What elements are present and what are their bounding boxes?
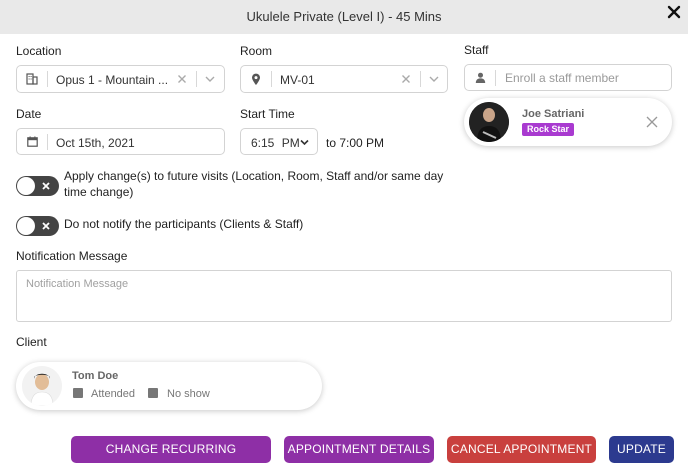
field-divider [196,71,197,87]
apply-future-label: Apply change(s) to future visits (Locati… [64,169,444,199]
room-select[interactable]: MV-01 [240,65,448,93]
edit-appointment-modal: Ukulele Private (Level I) - 45 Mins Loca… [0,0,688,472]
toggle-knob [17,177,35,195]
room-value: MV-01 [280,73,315,87]
calendar-icon [17,129,47,154]
staff-name: Joe Satriani [522,108,585,120]
clear-location-icon[interactable] [177,74,187,84]
notification-placeholder: Notification Message [26,278,129,290]
modal-title: Ukulele Private (Level I) - 45 Mins [246,9,442,24]
no-notify-label: Do not notify the participants (Clients … [64,217,304,231]
apply-future-toggle[interactable] [16,176,59,196]
remove-staff-icon[interactable] [646,116,658,128]
no-show-label: No show [167,388,210,400]
start-time-ampm: PM [281,136,300,150]
client-label: Client [16,335,47,349]
date-value: Oct 15th, 2021 [56,136,135,150]
cancel-appointment-button[interactable]: CANCEL APPOINTMENT [447,436,596,463]
update-button[interactable]: UPDATE [609,436,674,463]
field-divider [47,71,48,87]
location-select[interactable]: Opus 1 - Mountain ... [16,65,225,93]
staff-placeholder: Enroll a staff member [505,71,619,85]
notification-textarea[interactable]: Notification Message [16,270,672,322]
clear-room-icon[interactable] [401,74,411,84]
chevron-down-icon[interactable] [205,75,215,83]
client-avatar [22,366,62,406]
room-label: Room [240,44,273,58]
staff-role-badge: Rock Star [522,123,575,136]
toggle-off-icon [42,182,50,190]
staff-card: Joe Satriani Rock Star [464,98,672,146]
chevron-down-icon [300,139,309,146]
date-label: Date [16,107,42,121]
field-divider [420,71,421,87]
attended-checkbox[interactable] [73,388,83,398]
building-icon [17,66,47,92]
location-value: Opus 1 - Mountain ... [56,73,168,87]
end-time-text: to 7:00 PM [326,136,385,150]
toggle-off-icon [42,222,50,230]
notification-label: Notification Message [16,249,128,263]
client-name: Tom Doe [72,370,119,382]
field-divider [495,70,496,86]
map-pin-icon [241,66,271,92]
change-recurring-schedule-button[interactable]: CHANGE RECURRING SCHEDULE [71,436,271,472]
start-time-hour: 6:15 [251,136,275,150]
no-notify-toggle[interactable] [16,216,59,236]
client-card: Tom Doe Attended No show [16,362,322,410]
field-divider [47,134,48,150]
no-show-checkbox[interactable] [148,388,158,398]
modal-header: Ukulele Private (Level I) - 45 Mins [0,0,688,34]
user-icon [465,65,495,90]
staff-avatar [469,102,509,142]
close-icon[interactable] [667,5,681,19]
start-time-value: 6:15 PM [251,136,300,150]
start-time-label: Start Time [240,107,295,121]
staff-enroll-input[interactable]: Enroll a staff member [464,64,672,91]
location-label: Location [16,44,62,58]
toggle-knob [17,217,35,235]
chevron-down-icon[interactable] [429,75,439,83]
appointment-details-button[interactable]: APPOINTMENT DETAILS [284,436,434,463]
attended-label: Attended [91,388,136,400]
start-time-select[interactable]: 6:15 PM [240,128,318,155]
date-input[interactable]: Oct 15th, 2021 [16,128,225,155]
staff-label: Staff [464,43,489,57]
field-divider [271,71,272,87]
